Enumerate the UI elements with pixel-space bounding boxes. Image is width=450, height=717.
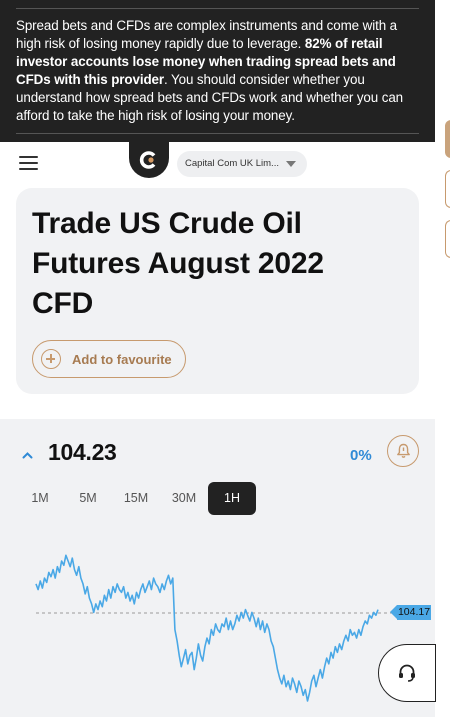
hamburger-icon[interactable] xyxy=(19,156,38,170)
plus-circle-icon xyxy=(41,349,61,369)
side-tab-button[interactable] xyxy=(445,220,450,258)
side-tab-button[interactable] xyxy=(445,170,450,208)
entity-selector[interactable]: Capital Com UK Lim... xyxy=(177,151,307,177)
chart-panel: 104.23 0% 1M 5M 15M 30M 1H 104.17 xyxy=(0,419,435,717)
top-bar: Capital Com UK Lim... xyxy=(0,142,435,182)
price-change: 0% xyxy=(350,447,372,464)
capital-com-logo[interactable] xyxy=(129,142,169,178)
headset-icon xyxy=(399,664,415,682)
timeframe-30m[interactable]: 30M xyxy=(167,482,201,515)
risk-warning-text: Spread bets and CFDs are complex instrum… xyxy=(16,17,421,125)
price-alert-button[interactable] xyxy=(387,435,419,467)
side-strip xyxy=(435,0,450,717)
price-series-line xyxy=(35,554,379,702)
price-chart[interactable] xyxy=(0,539,435,717)
chevron-up-icon xyxy=(22,452,33,459)
caret-down-icon xyxy=(286,161,296,167)
timeframe-1h[interactable]: 1H xyxy=(208,482,256,515)
entity-selector-label: Capital Com UK Lim... xyxy=(185,158,279,169)
page-title: Trade US Crude Oil Futures August 2022 C… xyxy=(32,207,324,320)
current-price-tag: 104.17 xyxy=(390,605,431,620)
divider xyxy=(16,8,419,9)
add-to-favourite-label: Add to favourite xyxy=(72,352,172,367)
current-price: 104.23 xyxy=(48,439,117,465)
instrument-card: Trade US Crude Oil Futures August 2022 C… xyxy=(16,188,419,394)
add-to-favourite-button[interactable]: Add to favourite xyxy=(32,340,186,378)
divider xyxy=(16,133,419,134)
bell-icon xyxy=(397,443,410,458)
support-button[interactable] xyxy=(378,644,436,702)
logo-icon xyxy=(139,151,156,169)
risk-warning-banner: Spread bets and CFDs are complex instrum… xyxy=(0,0,435,142)
timeframe-1m[interactable]: 1M xyxy=(26,482,54,515)
timeframe-15m[interactable]: 15M xyxy=(120,482,152,515)
side-tab-button[interactable] xyxy=(445,120,450,158)
timeframe-5m[interactable]: 5M xyxy=(73,482,103,515)
